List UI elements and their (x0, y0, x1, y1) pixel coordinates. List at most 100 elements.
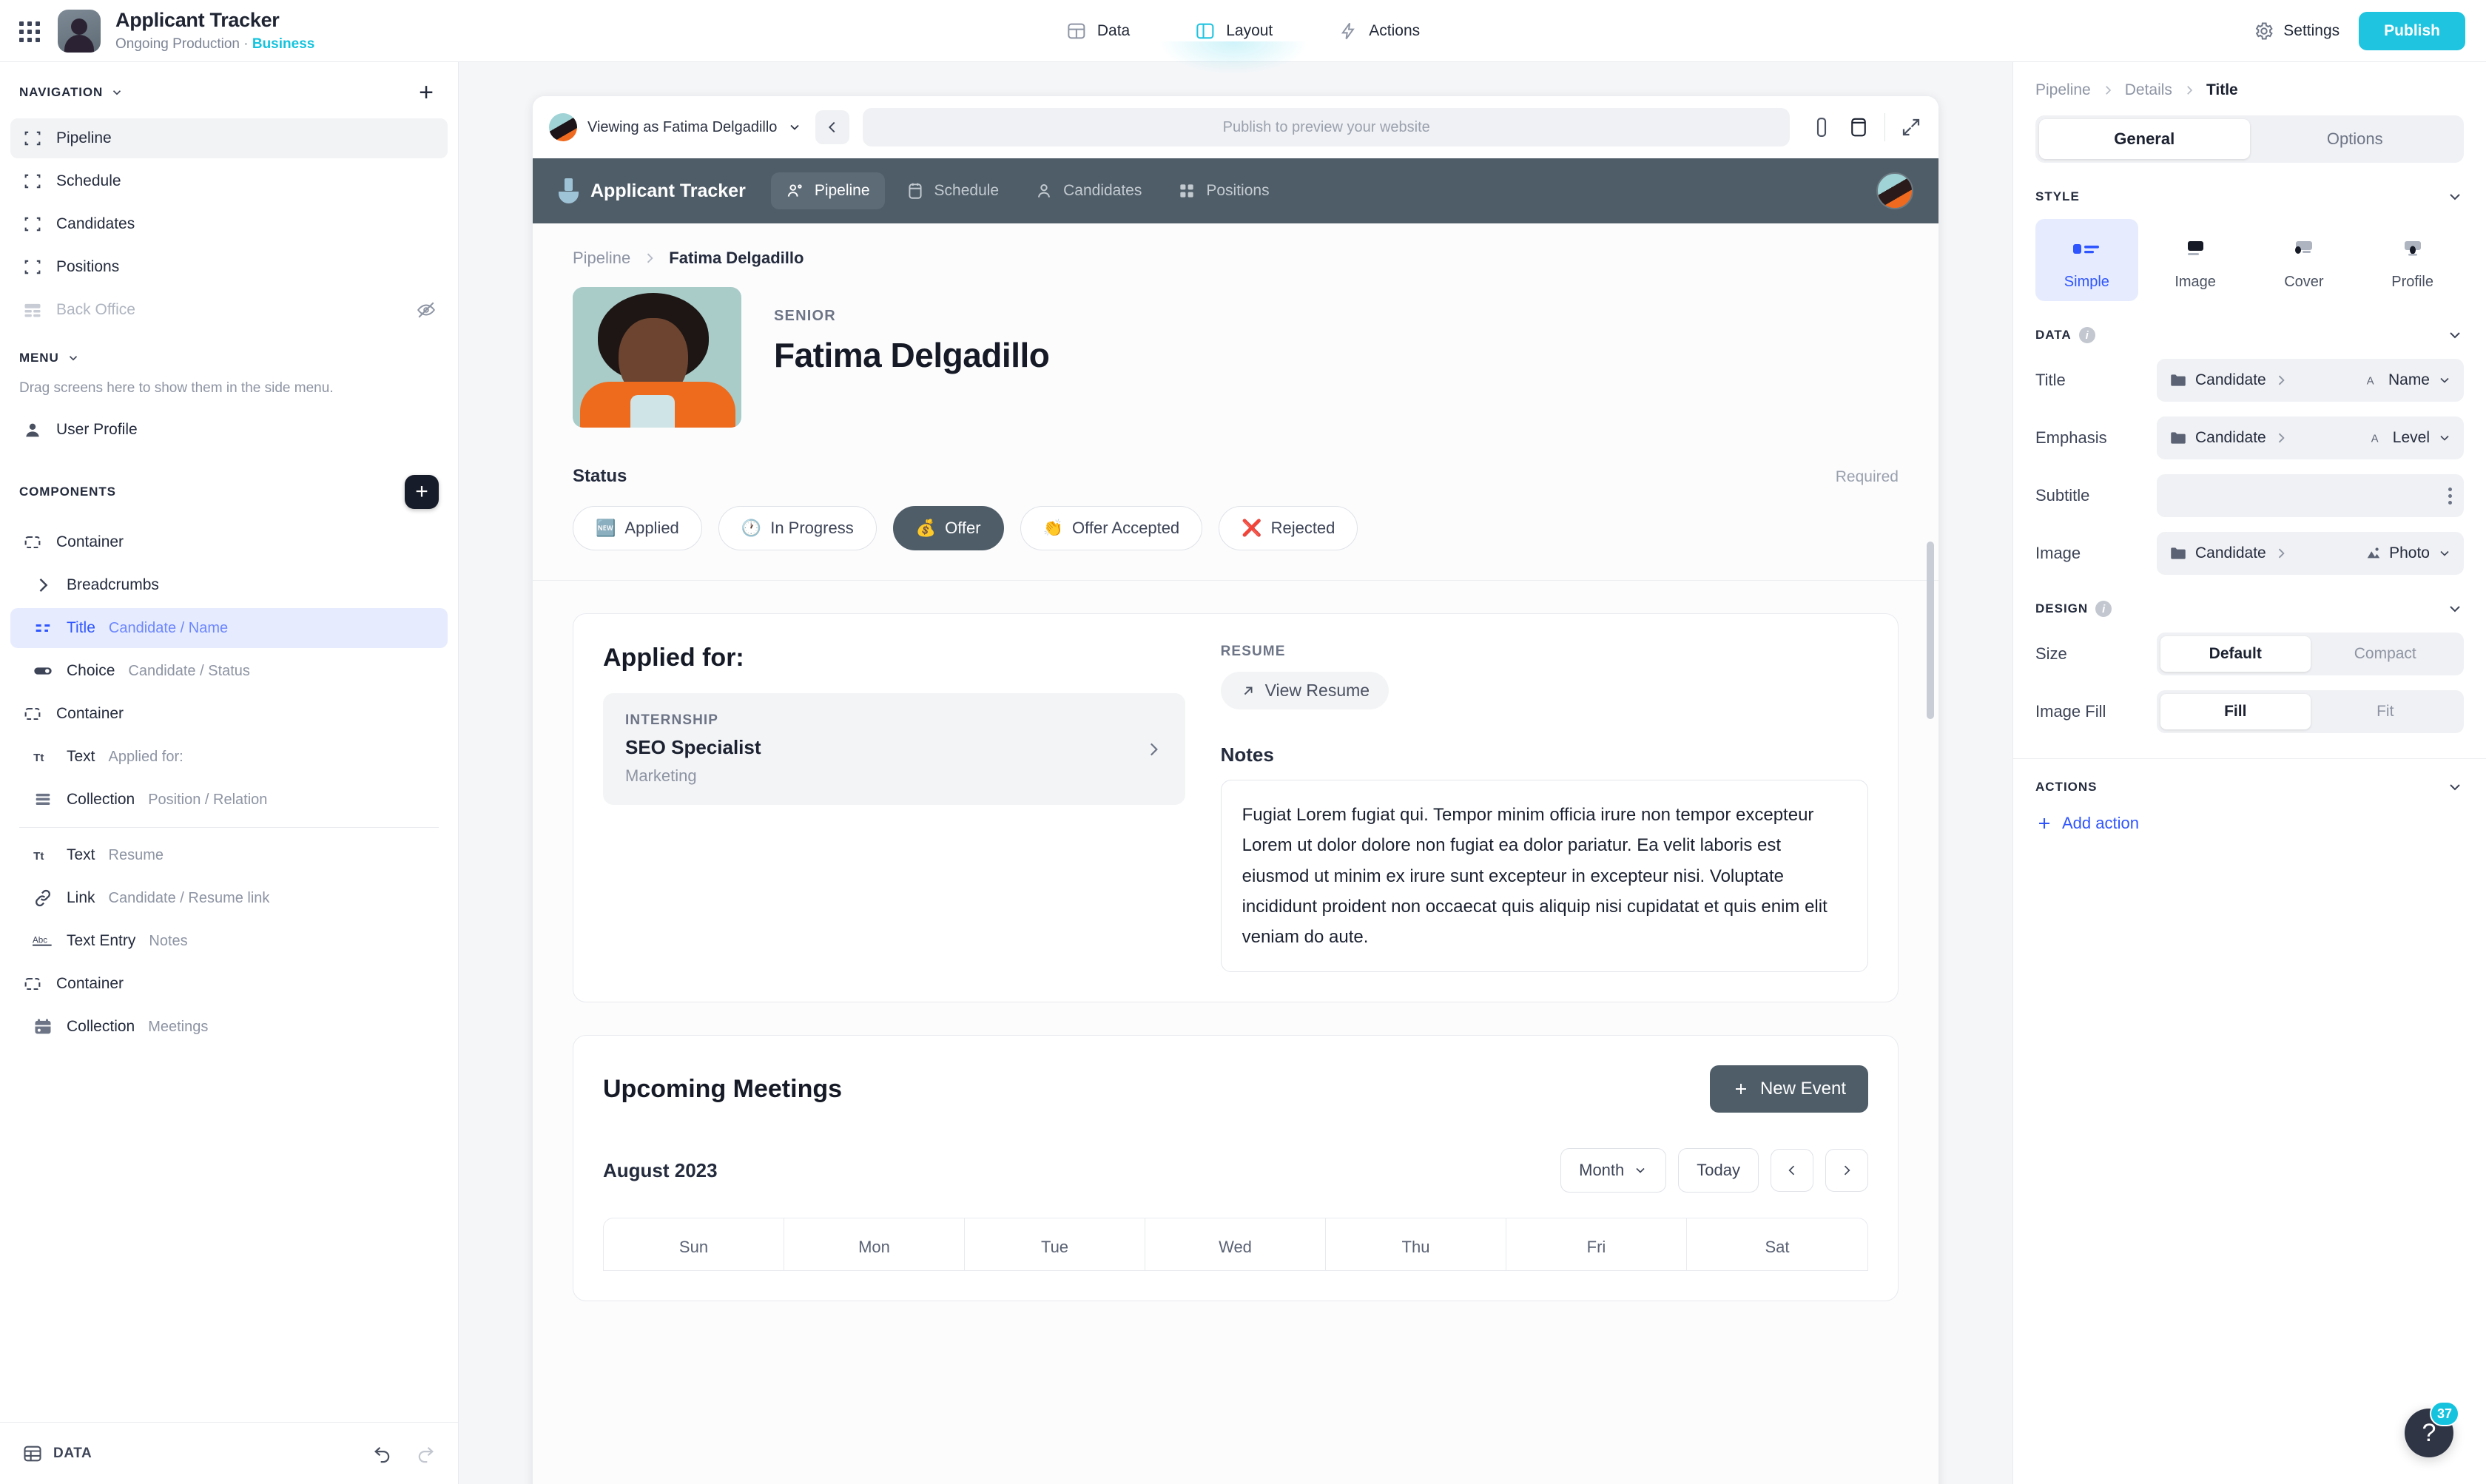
style-option-simple[interactable]: Simple (2035, 219, 2138, 301)
screen-icon (24, 174, 41, 189)
add-component-button[interactable]: + (405, 475, 439, 509)
calendar-today-button[interactable]: Today (1678, 1148, 1759, 1193)
sidebar-item-positions[interactable]: Positions (10, 247, 448, 287)
preview-back-button[interactable] (815, 110, 850, 144)
sidebar-item-pipeline[interactable]: Pipeline (10, 118, 448, 158)
tab-options[interactable]: Options (2250, 119, 2461, 159)
component-container-3[interactable]: Container (10, 964, 448, 1004)
data-field-column: Level (2392, 429, 2430, 446)
image-fill-option-fill[interactable]: Fill (2160, 694, 2311, 729)
chevron-down-icon[interactable] (67, 351, 80, 365)
status-chip-label: Offer (945, 519, 981, 537)
grid-icon (1180, 184, 1194, 198)
sidebar-item-back-office[interactable]: Back Office (10, 290, 448, 330)
publish-button[interactable]: Publish (2359, 11, 2465, 50)
component-choice[interactable]: Choice Candidate / Status (10, 651, 448, 691)
notes-text-entry[interactable]: Fugiat Lorem fugiat qui. Tempor minim of… (1220, 780, 1868, 973)
sidebar-item-user-profile[interactable]: User Profile (10, 410, 448, 450)
position-kicker: INTERNSHIP (625, 712, 719, 728)
component-link-resume[interactable]: Link Candidate / Resume link (10, 878, 448, 918)
app-tab-positions[interactable]: Positions (1162, 172, 1284, 209)
component-breadcrumbs[interactable]: Breadcrumbs (10, 565, 448, 605)
size-option-compact[interactable]: Compact (2311, 636, 2461, 672)
calendar-view-select[interactable]: Month (1560, 1148, 1667, 1193)
style-option-cover[interactable]: Cover (2253, 219, 2356, 301)
status-chip-offer-accepted[interactable]: 👏 Offer Accepted (1020, 506, 1203, 550)
sidebar-item-candidates[interactable]: Candidates (10, 204, 448, 244)
component-text-resume[interactable]: Tt Text Resume (10, 835, 448, 875)
info-icon[interactable]: i (2095, 601, 2112, 617)
data-field-value-empty[interactable] (2157, 474, 2464, 517)
status-emoji-icon: 👏 (1042, 519, 1064, 537)
settings-button[interactable]: Settings (2254, 21, 2340, 41)
add-screen-button[interactable]: + (414, 80, 439, 105)
style-option-profile[interactable]: Profile (2361, 219, 2464, 301)
text-icon: Tt (33, 752, 44, 764)
size-option-default[interactable]: Default (2160, 636, 2311, 672)
chevron-down-icon[interactable] (2446, 600, 2464, 618)
position-list-item[interactable]: INTERNSHIP SEO Specialist Marketing (603, 693, 1185, 805)
status-chip-applied[interactable]: 🆕 Applied (573, 506, 702, 550)
phone-icon[interactable] (1810, 116, 1833, 138)
redo-icon[interactable] (415, 1443, 436, 1464)
data-field-value[interactable]: Candidate A Level (2157, 416, 2464, 459)
view-resume-button[interactable]: View Resume (1220, 672, 1389, 709)
inspector-crumb-details[interactable]: Details (2125, 81, 2172, 99)
app-user-avatar[interactable] (1876, 172, 1913, 209)
app-tab-pipeline[interactable]: Pipeline (770, 172, 885, 209)
component-collection-meetings[interactable]: Collection Meetings (10, 1007, 448, 1047)
nav-tab-actions[interactable]: Actions (1326, 13, 1432, 49)
section-divider (533, 580, 1938, 581)
data-field-value[interactable]: Candidate A Name (2157, 359, 2464, 402)
eye-off-icon[interactable] (417, 300, 436, 320)
status-chip-rejected[interactable]: ❌ Rejected (1219, 506, 1358, 550)
style-option-image[interactable]: Image (2144, 219, 2247, 301)
status-chip-label: Offer Accepted (1072, 519, 1180, 537)
apps-grid-icon[interactable] (16, 18, 41, 44)
more-options-icon[interactable] (2448, 487, 2452, 505)
chevron-down-icon (1636, 1168, 1645, 1174)
component-text-entry-notes[interactable]: Abc Text Entry Notes (10, 921, 448, 961)
preview-url-bar[interactable]: Publish to preview your website (863, 108, 1790, 146)
component-collection-position[interactable]: Collection Position / Relation (10, 780, 448, 820)
component-title[interactable]: Title Candidate / Name (10, 608, 448, 648)
sidebar-item-schedule[interactable]: Schedule (10, 161, 448, 201)
status-chip-offer[interactable]: 💰 Offer (892, 506, 1004, 550)
nav-tab-data[interactable]: Data (1054, 13, 1142, 49)
add-action-button[interactable]: Add action (2035, 814, 2464, 833)
preview-scrollbar[interactable] (1927, 542, 1934, 719)
app-tab-schedule[interactable]: Schedule (891, 172, 1014, 209)
app-plan: Ongoing Production (115, 36, 240, 52)
data-field-title: Title Candidate A Name (2035, 359, 2464, 402)
breadcrumb-root[interactable]: Pipeline (573, 249, 630, 268)
new-event-button[interactable]: New Event (1709, 1065, 1868, 1113)
data-field-value[interactable]: Candidate Photo (2157, 532, 2464, 575)
info-icon[interactable]: i (2078, 327, 2095, 343)
data-table-icon[interactable] (22, 1443, 43, 1464)
layout-icon (1196, 23, 1214, 38)
component-type: Link (67, 889, 95, 906)
help-button[interactable]: ? 37 (2405, 1401, 2459, 1457)
expand-icon[interactable] (1900, 116, 1922, 138)
undo-icon[interactable] (372, 1443, 393, 1464)
inspector-crumb-screen[interactable]: Pipeline (2035, 81, 2091, 99)
component-text-applied-for[interactable]: Tt Text Applied for: (10, 737, 448, 777)
status-chip-in-progress[interactable]: 🕐 In Progress (718, 506, 877, 550)
component-container-1[interactable]: Container (10, 522, 448, 562)
image-fill-option-fit[interactable]: Fit (2311, 694, 2461, 729)
chevron-down-icon[interactable] (2446, 188, 2464, 206)
calendar-prev-button[interactable] (1771, 1149, 1813, 1193)
chevron-down-icon[interactable] (110, 86, 124, 99)
tablet-icon[interactable] (1847, 116, 1870, 138)
chevron-down-icon[interactable] (2446, 778, 2464, 796)
calendar-next-button[interactable] (1825, 1149, 1868, 1193)
viewing-as-selector[interactable]: Viewing as Fatima Delgadillo (549, 113, 802, 141)
nav-tab-layout[interactable]: Layout (1161, 13, 1307, 74)
tab-general[interactable]: General (2039, 119, 2250, 159)
chevron-down-icon[interactable] (2446, 326, 2464, 344)
component-container-2[interactable]: Container (10, 694, 448, 734)
app-tab-candidates[interactable]: Candidates (1020, 172, 1156, 209)
design-field-label: Size (2035, 644, 2067, 663)
svg-text:A: A (2371, 434, 2379, 445)
data-field-source: Candidate (2195, 544, 2266, 561)
